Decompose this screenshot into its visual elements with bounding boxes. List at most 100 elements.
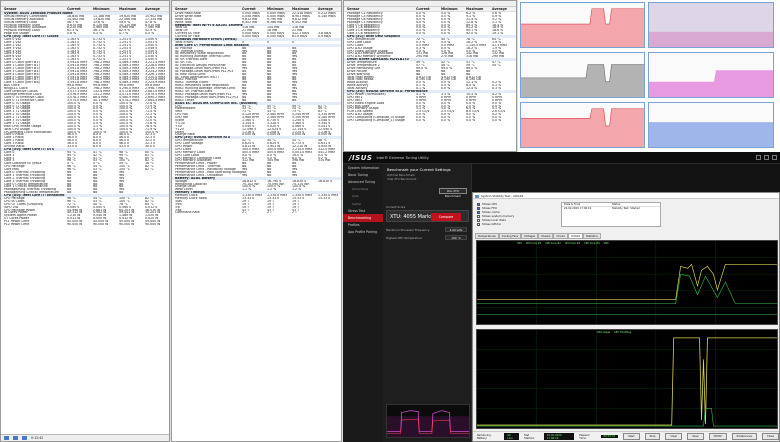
stress-option[interactable]: Stress GPU(s) — [477, 222, 527, 226]
stability-title: System Stability Test - AIDA64 — [481, 194, 524, 198]
column-header[interactable]: Current — [67, 7, 93, 11]
log-row: 24.02.2020 17:06:19 Stability Test: Star… — [562, 207, 660, 211]
benchmark-pane: Benchmark your Current Settings Optimal … — [383, 164, 472, 442]
column-header[interactable]: Minimum — [93, 7, 119, 11]
sensor-row[interactable]: GPU Computing (Compute_1) Usage 0.0 % 0.0 … — [344, 119, 516, 122]
settings-icon[interactable] — [13, 436, 18, 440]
graph-tile-6[interactable] — [648, 102, 774, 148]
log-col-time: Date & Time — [564, 203, 581, 206]
sidebar-item[interactable]: Core — [343, 193, 383, 200]
graph-tab[interactable]: Unified — [567, 233, 584, 240]
benchmark-title: Benchmark your Current Settings — [387, 167, 451, 172]
compare-button[interactable]: Compare — [431, 212, 461, 221]
sidebar-item[interactable]: Profiles — [343, 222, 383, 229]
graph-tile-5[interactable] — [520, 102, 645, 148]
column-header[interactable]: Maximum — [466, 7, 492, 11]
sidebar-item[interactable]: Benchmarking — [343, 214, 383, 222]
column-header[interactable]: Minimum — [441, 7, 466, 11]
graph-tile-2[interactable] — [648, 2, 774, 48]
elapsed-label: Elapsed Time: — [579, 433, 590, 440]
hwinfo-sensors-panel-2: Sensor Current Minimum Maximum Average Drive… — [171, 0, 342, 442]
checkbox-icon[interactable] — [477, 214, 480, 218]
checkbox-icon[interactable] — [477, 222, 480, 226]
value-min: 0.0 % — [441, 118, 451, 122]
checkbox-icon[interactable] — [477, 218, 480, 222]
graph-tab[interactable]: Cooling Fans — [498, 233, 522, 240]
graph-tab[interactable]: Powers — [538, 233, 554, 240]
column-header[interactable]: Sensor — [1, 7, 67, 11]
sidebar-item[interactable]: Basic Tuning — [343, 171, 383, 178]
sidebar-item[interactable]: Stress Test — [343, 207, 383, 214]
graph-tile-4[interactable] — [648, 52, 774, 98]
column-header[interactable]: Minimum — [267, 7, 292, 11]
graph-tabs: Temperatures Cooling Fans Voltages Powers Cl… — [475, 233, 601, 240]
temperature-graph: CPU CPU Core #1 CPU Core #2 CPU Core #3 CPU … — [476, 240, 778, 325]
sensor-row[interactable]: Command Rate 2 T 2 T 2 T — [172, 211, 341, 214]
legend-entry[interactable]: CPU Core #2 — [545, 242, 560, 245]
minimize-icon[interactable] — [756, 155, 761, 160]
footer-button[interactable]: Save — [687, 433, 704, 440]
sidebar-item[interactable]: Advanced Tuning — [343, 178, 383, 185]
column-header[interactable]: Current — [416, 7, 441, 11]
value-max: 90.000 W — [119, 223, 135, 226]
column-header[interactable]: Average — [318, 7, 341, 11]
sidebar-item[interactable]: System Information — [343, 164, 383, 171]
log-time: 24.02.2020 17:06:19 — [564, 207, 592, 210]
run-benchmark-button[interactable]: Run XTU Benchmark — [439, 188, 467, 198]
footer-button[interactable]: Close — [761, 433, 779, 440]
legend-entry[interactable]: CPU — [517, 242, 522, 245]
checkbox-icon[interactable] — [477, 210, 480, 214]
graph-tab[interactable]: Clocks — [553, 233, 568, 240]
sidebar-item[interactable]: App Profile Pairing — [343, 229, 383, 236]
legend-entry[interactable]: CPU Core #3 — [565, 242, 580, 245]
value-avg — [318, 211, 341, 214]
graph-tab[interactable]: Voltages — [521, 233, 539, 240]
column-header[interactable]: Maximum — [119, 7, 145, 11]
log-col-status: Status — [612, 203, 621, 206]
flame-icon — [475, 194, 479, 198]
column-header[interactable]: Average — [145, 7, 169, 11]
legend-entry[interactable]: SSD — [604, 242, 609, 245]
sidebar-item[interactable]: All Controls — [343, 186, 383, 193]
column-header[interactable]: Sensor — [172, 7, 242, 11]
sensor-table-body[interactable]: System: ASUS Zenbook Product Name Virtual… — [1, 12, 169, 226]
stability-test-window: System Stability Test - AIDA64 Stress CP… — [472, 192, 780, 442]
legend-entry[interactable]: CPU Throttling — [614, 331, 631, 334]
usage-legend: CPU Usage CPU Throttling — [597, 331, 631, 334]
column-header[interactable]: Average — [492, 7, 516, 11]
column-header[interactable]: Maximum — [292, 7, 318, 11]
graph-tile-1[interactable] — [520, 2, 645, 48]
footer-button[interactable]: Preferences — [731, 433, 757, 440]
legend-entry[interactable]: CPU Usage — [597, 331, 610, 334]
log-status: Stability Test: Started — [612, 207, 640, 210]
sensor-row[interactable]: PL2 Power Limit 90.000 W 90.000 W 90.000 W 9… — [1, 223, 169, 226]
max-temperature-label: Highest CPU Temperature — [386, 236, 422, 240]
legend-entry[interactable]: CPU Core #4 — [584, 242, 599, 245]
legend-entry[interactable]: CPU Core #1 — [526, 242, 541, 245]
graph-tab[interactable]: Statistics — [583, 233, 601, 240]
sensor-table-body[interactable]: Package C2 Residency 0.0 % 0.0 % 6.2 % 0.6 %… — [344, 12, 516, 122]
stability-footer: Remaining Battery: AC Line Test Started:… — [473, 431, 779, 441]
checkbox-icon[interactable] — [477, 206, 480, 210]
graph-tab[interactable]: Temperatures — [475, 233, 499, 240]
value-avg: 0.0 % — [492, 118, 502, 122]
score-value: XTU: 4055 Marks — [390, 214, 433, 220]
xtu-monitor-graph — [386, 404, 470, 438]
reset-icon[interactable] — [4, 436, 9, 440]
layout-icon[interactable] — [22, 436, 27, 440]
maximize-icon[interactable] — [764, 155, 769, 160]
battery-value: AC Line — [504, 433, 520, 440]
hwinfo-sensors-panel-1: Sensor Current Minimum Maximum Average Syste… — [0, 0, 170, 442]
footer-button[interactable]: CPUID — [708, 433, 727, 440]
graph-tile-3[interactable] — [520, 52, 645, 98]
sidebar-item[interactable]: Cache — [343, 200, 383, 207]
close-icon[interactable] — [772, 155, 777, 160]
max-frequency-label: Maximum Processor Frequency — [386, 228, 430, 232]
footer-button[interactable]: Start — [623, 433, 640, 440]
footer-button[interactable]: Stop — [644, 433, 661, 440]
checkbox-icon[interactable] — [477, 202, 480, 206]
column-header[interactable]: Sensor — [344, 7, 416, 11]
footer-button[interactable]: Clear — [665, 433, 683, 440]
sensor-table-body[interactable]: Drive Read Rate 0.000 MB/s 0.000 MB/s 22.41… — [172, 12, 341, 214]
column-header[interactable]: Current — [242, 7, 267, 11]
